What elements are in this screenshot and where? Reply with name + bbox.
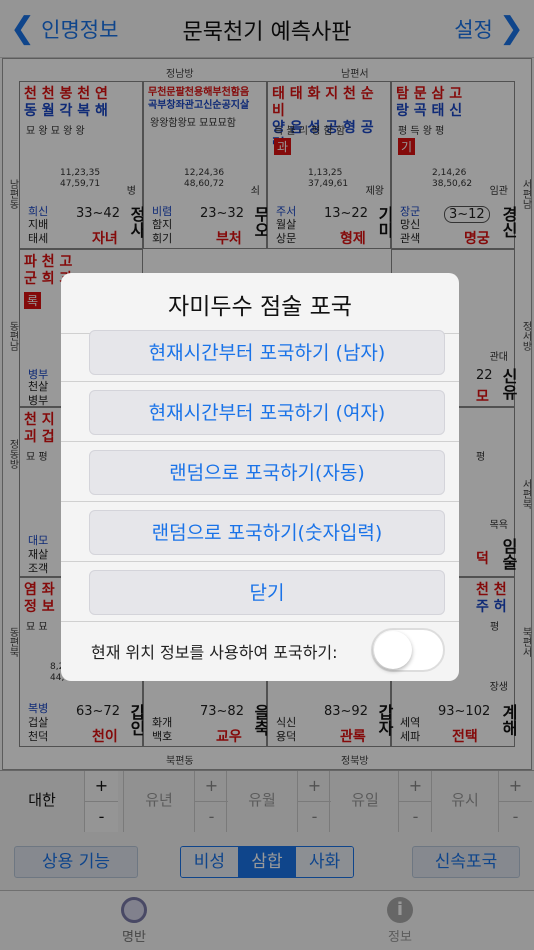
divider	[61, 561, 459, 562]
location-toggle-label: 현재 위치 정보를 사용하여 포국하기:	[91, 643, 338, 662]
chart-setup-dialog: 자미두수 점술 포국 현재시간부터 포국하기 (남자) 현재시간부터 포국하기 …	[61, 273, 459, 681]
close-button[interactable]: 닫기	[89, 570, 445, 615]
divider	[61, 441, 459, 442]
chart-now-male-button[interactable]: 현재시간부터 포국하기 (남자)	[89, 330, 445, 375]
divider	[61, 621, 459, 622]
toggle-knob	[374, 631, 412, 669]
divider	[61, 381, 459, 382]
chart-now-female-button[interactable]: 현재시간부터 포국하기 (여자)	[89, 390, 445, 435]
random-auto-button[interactable]: 랜덤으로 포국하기(자동)	[89, 450, 445, 495]
random-number-button[interactable]: 랜덤으로 포국하기(숫자입력)	[89, 510, 445, 555]
dialog-title: 자미두수 점술 포국	[168, 294, 352, 320]
location-toggle[interactable]	[371, 628, 445, 672]
divider	[61, 501, 459, 502]
